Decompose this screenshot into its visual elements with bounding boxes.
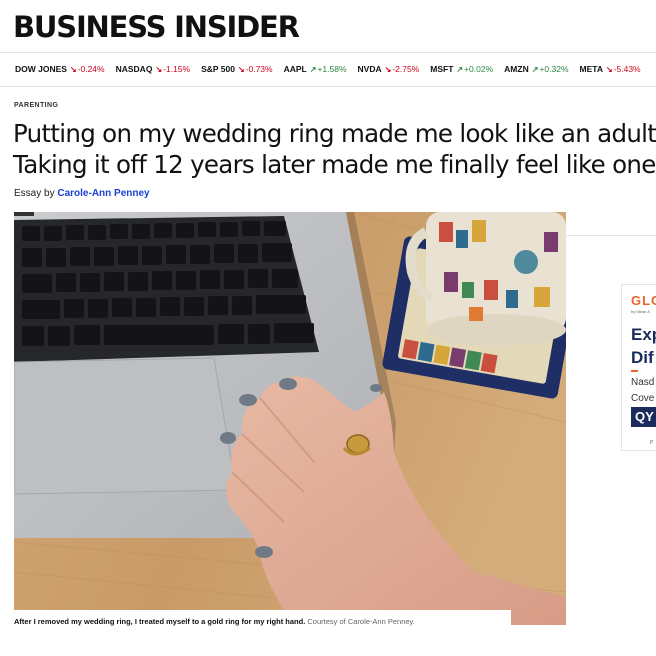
image-caption: After I removed my wedding ring, I treat… (14, 610, 511, 632)
ticker-change: -1.15% (163, 64, 191, 74)
ad-body-line-1: Nasd (631, 377, 655, 388)
ad-subbrand: by Mirae A (631, 309, 650, 314)
ticker-symbol: S&P 500 (201, 64, 235, 74)
ticker-item[interactable]: NASDAQ ↘ -1.15% (116, 64, 190, 74)
headline-line-2: Taking it off 12 years later made me fin… (13, 150, 656, 179)
ticker-symbol: AAPL (283, 64, 307, 74)
ticker-symbol: AMZN (504, 64, 529, 74)
ticker-item[interactable]: AAPL ↗ +1.58% (284, 64, 347, 74)
ticker-change: +0.32% (539, 64, 569, 74)
arrow-down-right-icon: ↘ (605, 64, 613, 74)
ad-headline: Exp Dif (631, 323, 656, 369)
arrow-down-right-icon: ↘ (384, 64, 392, 74)
market-ticker: DOW JONES ↘ -0.24% NASDAQ ↘ -1.15% S&P 500 ↘ -0.… (0, 52, 656, 87)
ticker-item[interactable]: NVDA ↘ -2.75% (358, 64, 420, 74)
article-hero-image[interactable] (14, 212, 566, 625)
arrow-up-right-icon: ↗ (309, 64, 317, 74)
ticker-change: -2.75% (392, 64, 420, 74)
divider (566, 235, 656, 236)
arrow-up-right-icon: ↗ (531, 64, 539, 74)
ticker-change: -0.24% (77, 64, 105, 74)
ad-ticker-badge[interactable]: QY (631, 407, 656, 427)
ticker-change: +1.58% (317, 64, 347, 74)
ticker-symbol: NVDA (357, 64, 382, 74)
ad-body-line-2: Cove (631, 393, 655, 404)
article-kicker[interactable]: PARENTING (14, 102, 58, 109)
ticker-symbol: MSFT (430, 64, 454, 74)
ticker-symbol: META (579, 64, 603, 74)
business-insider-logo[interactable]: BUSINESS INSIDER (13, 10, 300, 44)
byline-prefix: Essay by (14, 188, 55, 199)
ticker-symbol: NASDAQ (115, 64, 153, 74)
caption-text: After I removed my wedding ring, I treat… (14, 617, 306, 626)
article-headline: Putting on my wedding ring made me look … (13, 118, 656, 180)
image-credit: Courtesy of Carole-Ann Penney. (307, 617, 415, 626)
site-header: BUSINESS INSIDER (0, 0, 656, 53)
ad-headline-line-1: Exp (631, 325, 656, 344)
ticker-item[interactable]: DOW JONES ↘ -0.24% (15, 64, 105, 74)
byline: Essay by Carole-Ann Penney (14, 188, 150, 199)
ticker-item[interactable]: AMZN ↗ +0.32% (504, 64, 568, 74)
ad-accent-dash (631, 370, 638, 372)
ticker-item[interactable]: MSFT ↗ +0.02% (430, 64, 493, 74)
author-link[interactable]: Carole-Ann Penney (57, 188, 149, 199)
arrow-down-right-icon: ↘ (155, 64, 163, 74)
ad-body: Nasd Cove (631, 375, 654, 407)
ticker-change: -5.43% (613, 64, 641, 74)
ticker-change: +0.02% (464, 64, 494, 74)
arrow-down-right-icon: ↘ (69, 64, 77, 74)
arrow-up-right-icon: ↗ (456, 64, 464, 74)
ticker-item[interactable]: META ↘ -5.43% (580, 64, 641, 74)
ad-footer: P (650, 440, 654, 446)
sidebar-advertisement[interactable]: GLO by Mirae A Exp Dif Nasd Cove QY P (622, 285, 656, 450)
arrow-down-right-icon: ↘ (237, 64, 245, 74)
ticker-change: -0.73% (245, 64, 273, 74)
ticker-item[interactable]: S&P 500 ↘ -0.73% (201, 64, 273, 74)
ad-headline-line-2: Dif (631, 348, 654, 367)
headline-line-1: Putting on my wedding ring made me look … (13, 119, 656, 148)
ad-brand-logo: GLO (631, 293, 656, 308)
ticker-symbol: DOW JONES (15, 64, 67, 74)
